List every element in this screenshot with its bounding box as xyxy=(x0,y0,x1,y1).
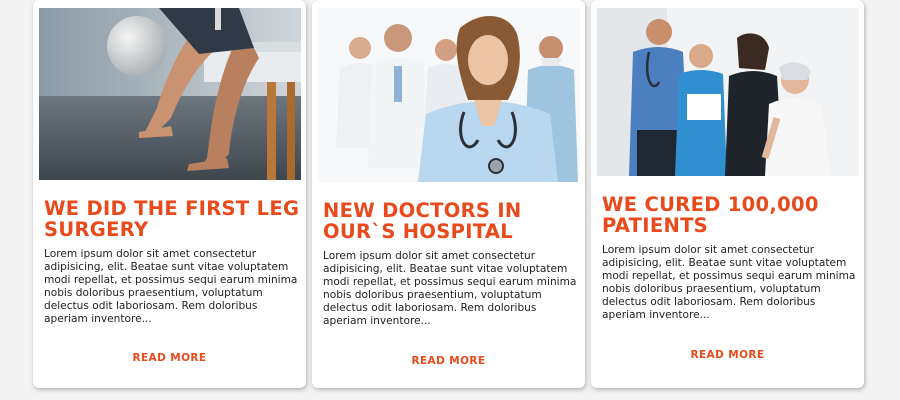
card-body-text: Lorem ipsum dolor sit amet consectetur a… xyxy=(602,244,856,322)
card-image-new-doctors xyxy=(318,8,580,182)
card-title: WE CURED 100,000 PATIENTS xyxy=(602,193,819,237)
card-body-text: Lorem ipsum dolor sit amet consectetur a… xyxy=(44,248,298,326)
news-card-new-doctors: NEW DOCTORS IN OUR`S HOSPITAL Lorem ipsu… xyxy=(312,0,585,388)
read-more-link[interactable]: READ MORE xyxy=(33,352,306,364)
read-more-link[interactable]: READ MORE xyxy=(312,355,585,367)
read-more-link[interactable]: READ MORE xyxy=(591,349,864,361)
doctors-team-photo xyxy=(318,8,580,182)
card-image-cured-patients xyxy=(597,8,859,176)
leg-surgery-photo xyxy=(39,8,301,180)
news-card-leg-surgery: WE DID THE FIRST LEG SURGERY Lorem ipsum… xyxy=(33,0,306,388)
card-title: WE DID THE FIRST LEG SURGERY xyxy=(44,197,300,241)
card-body-text: Lorem ipsum dolor sit amet consectetur a… xyxy=(323,250,577,328)
news-card-cured-patients: WE CURED 100,000 PATIENTS Lorem ipsum do… xyxy=(591,0,864,388)
patients-photo xyxy=(597,8,859,176)
card-title: NEW DOCTORS IN OUR`S HOSPITAL xyxy=(323,199,522,243)
card-image-leg-surgery xyxy=(39,8,301,180)
